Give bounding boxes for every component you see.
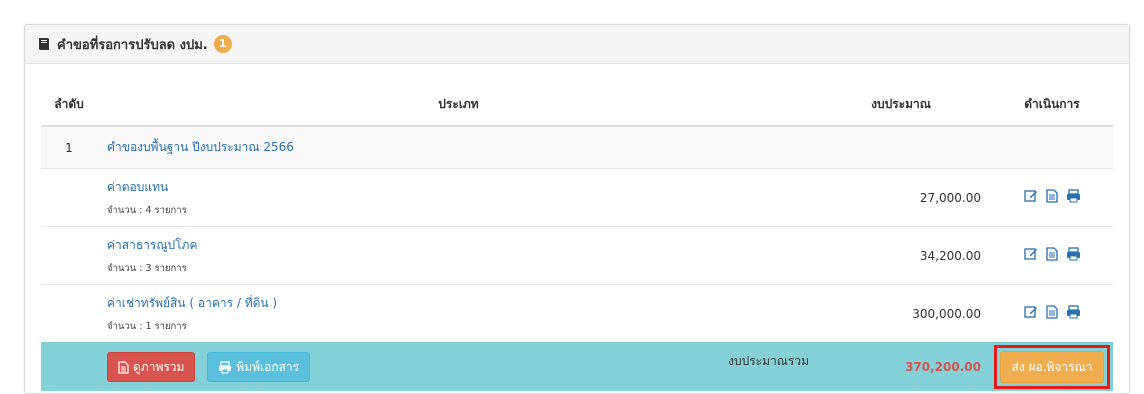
- print-document-button[interactable]: พิมพ์เอกสาร: [207, 352, 311, 382]
- edit-icon[interactable]: [1023, 305, 1038, 319]
- document-icon: [118, 360, 129, 374]
- print-icon[interactable]: [1066, 305, 1081, 319]
- document-icon[interactable]: [1045, 305, 1058, 319]
- item-name-link[interactable]: ค่าตอบแทน: [107, 178, 819, 197]
- document-icon[interactable]: [1045, 247, 1058, 261]
- total-amount: 370,200.00: [820, 342, 991, 391]
- header-no: ลำดับ: [41, 83, 97, 127]
- requests-table: ลำดับ ประเภท งบประมาณ ดำเนินการ 1 คำของบ…: [41, 83, 1113, 391]
- item-count: จำนวน : 1 รายการ: [107, 320, 187, 332]
- edit-icon[interactable]: [1023, 189, 1038, 203]
- print-icon[interactable]: [1066, 247, 1081, 261]
- table-row: ค่าเช่าทรัพย์สิน ( อาคาร / ที่ดิน ) จำนว…: [41, 284, 1113, 343]
- panel-title: คำขอที่รอการปรับลด งปม.: [57, 37, 208, 53]
- row-number: 1: [41, 125, 97, 169]
- item-count: จำนวน : 4 รายการ: [107, 204, 187, 216]
- table-header-row: ลำดับ ประเภท งบประมาณ ดำเนินการ: [41, 83, 1113, 127]
- panel-heading: คำขอที่รอการปรับลด งปม. 1: [25, 25, 1129, 64]
- total-row: ดูภาพรวม พิมพ์เอกสาร งบประมาณรวม 370,200…: [41, 342, 1113, 391]
- item-count: จำนวน : 3 รายการ: [107, 262, 187, 274]
- submit-director-button[interactable]: ส่ง ผอ.พิจารณา: [1000, 351, 1104, 383]
- item-name-link[interactable]: ค่าสาธารณูปโภค: [107, 236, 819, 255]
- book-icon: [37, 37, 51, 51]
- pending-requests-panel: คำขอที่รอการปรับลด งปม. 1 ลำดับ ประเภท ง…: [24, 24, 1130, 394]
- item-amount: 34,200.00: [820, 226, 991, 285]
- table-row-main: 1 คำของบพื้นฐาน ปีงบประมาณ 2566: [41, 125, 1113, 169]
- total-label: งบประมาณรวม: [728, 354, 809, 368]
- header-type: ประเภท: [97, 83, 820, 127]
- item-amount: 300,000.00: [820, 284, 991, 343]
- table-row: ค่าสาธารณูปโภค จำนวน : 3 รายการ 34,200.0…: [41, 226, 1113, 285]
- main-request-link[interactable]: คำของบพื้นฐาน ปีงบประมาณ 2566: [97, 125, 820, 169]
- item-amount: 27,000.00: [820, 168, 991, 227]
- edit-icon[interactable]: [1023, 247, 1038, 261]
- table-row: ค่าตอบแทน จำนวน : 4 รายการ 27,000.00: [41, 168, 1113, 227]
- header-budget: งบประมาณ: [820, 83, 991, 127]
- count-badge: 1: [213, 35, 232, 53]
- highlight-box: ส่ง ผอ.พิจารณา: [994, 345, 1110, 389]
- document-icon[interactable]: [1045, 189, 1058, 203]
- header-action: ดำเนินการ: [991, 83, 1113, 127]
- item-name-link[interactable]: ค่าเช่าทรัพย์สิน ( อาคาร / ที่ดิน ): [107, 294, 819, 313]
- print-icon: [219, 360, 232, 373]
- overview-button[interactable]: ดูภาพรวม: [107, 352, 196, 382]
- print-icon[interactable]: [1066, 189, 1081, 203]
